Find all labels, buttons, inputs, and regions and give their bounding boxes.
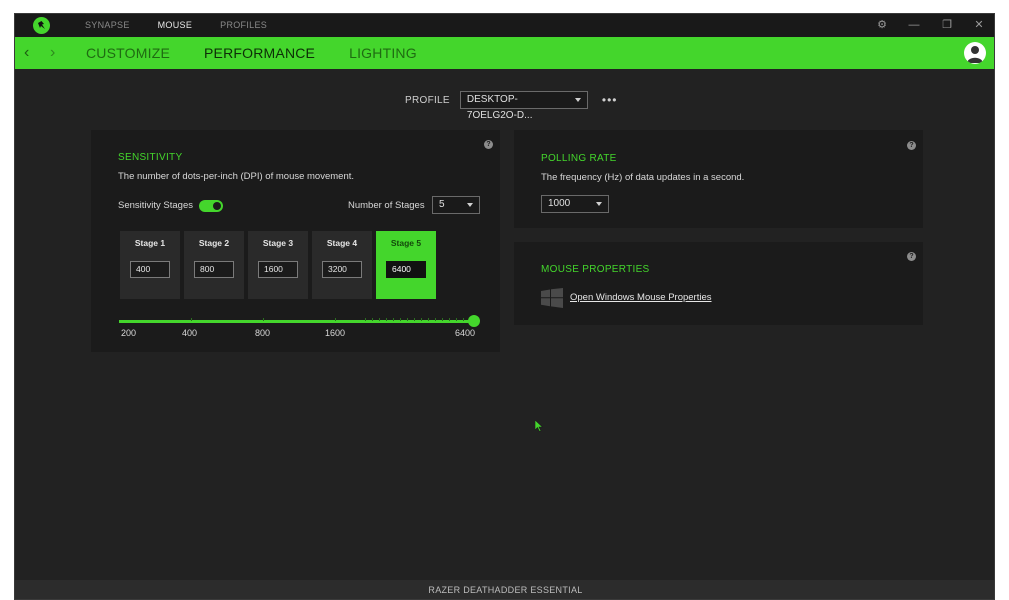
- stage-2-dpi-input[interactable]: 800: [194, 261, 234, 278]
- profile-value: DESKTOP-7OELG2O-D...: [466, 94, 533, 121]
- restore-icon[interactable]: ❐: [939, 17, 955, 33]
- back-arrow-icon[interactable]: ‹: [24, 44, 29, 62]
- polling-rate-value: 1000: [548, 198, 571, 209]
- polling-rate-description: The frequency (Hz) of data updates in a …: [541, 172, 745, 183]
- stage-5-dpi-input[interactable]: 6400: [386, 261, 426, 278]
- topnav-profiles[interactable]: PROFILES: [220, 20, 267, 30]
- slider-tick: [191, 318, 192, 321]
- help-icon[interactable]: ?: [484, 140, 493, 149]
- help-icon[interactable]: ?: [907, 141, 916, 150]
- open-windows-mouse-properties-link[interactable]: Open Windows Mouse Properties: [570, 292, 712, 303]
- mouse-cursor-icon: [535, 420, 543, 432]
- profile-select[interactable]: DESKTOP-7OELG2O-D...: [459, 91, 588, 121]
- slider-label-1600: 1600: [325, 328, 346, 338]
- slider-tick: [407, 318, 408, 321]
- number-of-stages-select[interactable]: 5: [432, 196, 480, 214]
- sensitivity-title: SENSITIVITY: [118, 152, 183, 163]
- slider-tick: [372, 318, 373, 321]
- stage-label: Stage 5: [390, 238, 422, 248]
- status-footer: RAZER DEATHADDER ESSENTIAL: [15, 580, 994, 599]
- slider-tick: [335, 318, 336, 321]
- stage-5-card[interactable]: Stage 5 6400: [376, 231, 436, 299]
- stage-1-card[interactable]: Stage 1 400: [120, 231, 180, 299]
- sensitivity-stages-toggle[interactable]: [199, 200, 223, 212]
- stage-label: Stage 3: [262, 238, 294, 248]
- chevron-down-icon: [574, 98, 581, 102]
- polling-rate-select[interactable]: 1000: [541, 195, 609, 213]
- slider-tick: [365, 318, 366, 321]
- synapse-window: SYNAPSE MOUSE PROFILES ⚙ — ❐ ✕ ‹ › CUSTO…: [14, 13, 995, 600]
- slider-tick: [449, 318, 450, 321]
- topnav-mouse[interactable]: MOUSE: [158, 20, 193, 30]
- stage-label: Stage 1: [134, 238, 166, 248]
- close-icon[interactable]: ✕: [971, 17, 987, 33]
- slider-tick: [428, 318, 429, 321]
- profile-label: PROFILE: [405, 94, 450, 106]
- slider-tick: [442, 318, 443, 321]
- razer-logo-icon[interactable]: [33, 17, 50, 34]
- windows-logo-icon: [541, 288, 563, 308]
- number-of-stages-label: Number of Stages: [348, 200, 425, 211]
- tab-customize[interactable]: CUSTOMIZE: [86, 45, 170, 61]
- sub-nav-bar: ‹ › CUSTOMIZE PERFORMANCE LIGHTING: [15, 37, 994, 69]
- slider-tick: [386, 318, 387, 321]
- chevron-down-icon: [467, 203, 473, 207]
- forward-arrow-icon[interactable]: ›: [50, 44, 55, 62]
- slider-label-400: 400: [182, 328, 198, 338]
- stage-label: Stage 2: [198, 238, 230, 248]
- stage-4-card[interactable]: Stage 4 3200: [312, 231, 372, 299]
- slider-tick: [379, 318, 380, 321]
- chevron-down-icon: [596, 202, 602, 206]
- device-name: RAZER DEATHADDER ESSENTIAL: [428, 585, 583, 595]
- slider-tick: [463, 318, 464, 321]
- stage-4-dpi-input[interactable]: 3200: [322, 261, 362, 278]
- slider-tick: [400, 318, 401, 321]
- topnav-synapse[interactable]: SYNAPSE: [85, 20, 130, 30]
- slider-tick: [421, 318, 422, 321]
- slider-tick: [263, 318, 264, 321]
- stage-label: Stage 4: [326, 238, 358, 248]
- stage-2-card[interactable]: Stage 2 800: [184, 231, 244, 299]
- number-of-stages-value: 5: [439, 199, 445, 210]
- settings-gear-icon[interactable]: ⚙: [874, 17, 890, 33]
- slider-label-6400: 6400: [455, 328, 476, 338]
- title-bar: SYNAPSE MOUSE PROFILES ⚙ — ❐ ✕: [15, 14, 994, 37]
- profile-row: PROFILE DESKTOP-7OELG2O-D... •••: [405, 91, 618, 121]
- slider-tick: [414, 318, 415, 321]
- stage-3-card[interactable]: Stage 3 1600: [248, 231, 308, 299]
- slider-tick: [435, 318, 436, 321]
- tab-lighting[interactable]: LIGHTING: [349, 45, 417, 61]
- stage-3-dpi-input[interactable]: 1600: [258, 261, 298, 278]
- stage-1-dpi-input[interactable]: 400: [130, 261, 170, 278]
- mouse-properties-panel: [514, 242, 923, 325]
- slider-tick: [393, 318, 394, 321]
- minimize-icon[interactable]: —: [906, 17, 922, 33]
- sub-tabs: CUSTOMIZE PERFORMANCE LIGHTING: [86, 45, 451, 61]
- mouse-properties-title: MOUSE PROPERTIES: [541, 264, 650, 275]
- polling-rate-title: POLLING RATE: [541, 153, 617, 164]
- help-icon[interactable]: ?: [907, 252, 916, 261]
- slider-label-800: 800: [255, 328, 271, 338]
- slider-label-200: 200: [121, 328, 137, 338]
- tab-performance[interactable]: PERFORMANCE: [204, 45, 315, 61]
- top-nav: SYNAPSE MOUSE PROFILES: [85, 20, 295, 30]
- sensitivity-stages-label: Sensitivity Stages: [118, 200, 193, 211]
- slider-tick: [456, 318, 457, 321]
- dpi-slider-handle[interactable]: [468, 315, 480, 327]
- toggle-knob: [213, 202, 221, 210]
- user-avatar-icon[interactable]: [964, 42, 986, 64]
- sensitivity-description: The number of dots-per-inch (DPI) of mou…: [118, 171, 355, 182]
- more-options-icon[interactable]: •••: [602, 93, 618, 107]
